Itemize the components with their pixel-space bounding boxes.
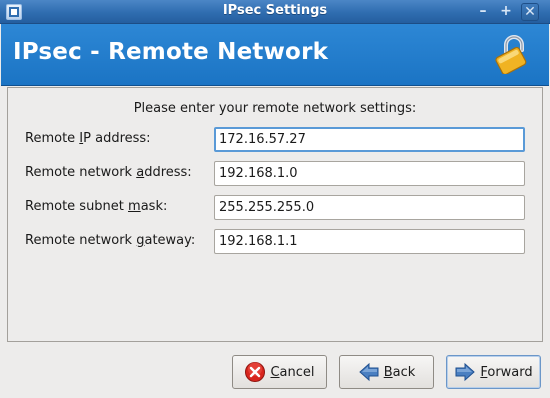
remote-ip-row: Remote IP address: 172.16.57.27	[8, 127, 544, 153]
remote-network-label: Remote network address:	[25, 165, 192, 180]
forward-label: Forward	[480, 364, 533, 380]
remote-ip-input[interactable]: 172.16.57.27	[214, 127, 525, 152]
cancel-button[interactable]: Cancel	[232, 355, 327, 389]
back-button[interactable]: Back	[339, 355, 434, 389]
remote-subnet-label: Remote subnet mask:	[25, 199, 168, 214]
instructions-text: Please enter your remote network setting…	[133, 101, 417, 116]
minimize-button[interactable]: –	[474, 3, 492, 21]
cancel-icon	[244, 361, 266, 383]
cancel-label: Cancel	[270, 364, 315, 380]
remote-ip-label: Remote IP address:	[25, 131, 151, 146]
remote-subnet-row: Remote subnet mask: 255.255.255.0	[8, 195, 544, 221]
back-arrow-icon	[358, 361, 380, 383]
header-banner: IPsec - Remote Network	[1, 24, 549, 86]
forward-button[interactable]: Forward	[446, 355, 541, 389]
window-title: IPsec Settings	[222, 3, 328, 18]
remote-gateway-row: Remote network gateway: 192.168.1.1	[8, 229, 544, 255]
page-title: IPsec - Remote Network	[13, 39, 329, 65]
remote-network-input[interactable]: 192.168.1.0	[214, 161, 525, 186]
maximize-button[interactable]: +	[497, 3, 515, 21]
back-label: Back	[383, 364, 416, 380]
remote-subnet-input[interactable]: 255.255.255.0	[214, 195, 525, 220]
remote-gateway-input[interactable]: 192.168.1.1	[214, 229, 525, 254]
title-bar[interactable]: IPsec Settings – + ✕	[0, 0, 550, 24]
settings-panel: Please enter your remote network setting…	[7, 87, 543, 342]
forward-arrow-icon	[454, 361, 476, 383]
remote-gateway-label: Remote network gateway:	[25, 233, 196, 248]
close-button[interactable]: ✕	[521, 3, 539, 21]
remote-network-row: Remote network address: 192.168.1.0	[8, 161, 544, 187]
lock-icon	[492, 34, 532, 78]
